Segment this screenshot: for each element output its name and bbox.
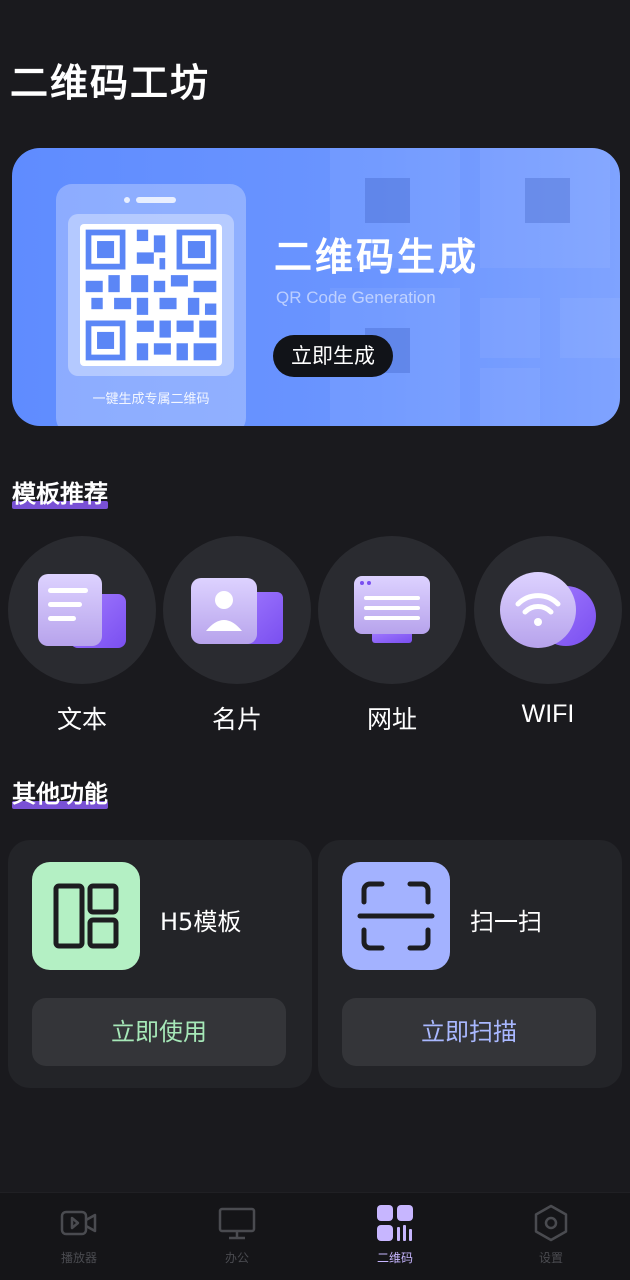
phone-camera	[124, 197, 130, 203]
template-label: WIFI	[521, 700, 575, 728]
tab-label: 播放器	[60, 1251, 97, 1265]
qr-grid-icon	[377, 1205, 413, 1241]
phone-illustration: 一键生成专属二维码	[56, 184, 246, 426]
function-label: 扫一扫	[470, 908, 542, 936]
section-title-templates: 模板推荐	[12, 474, 108, 511]
phone-speaker	[136, 197, 176, 203]
banner-title: 二维码生成	[274, 235, 480, 279]
document-icon	[38, 574, 126, 648]
template-label: 文本	[56, 705, 107, 734]
video-icon	[60, 1210, 97, 1236]
function-card-scan: 扫一扫 立即扫描	[318, 840, 622, 1088]
layout-grid-icon[interactable]	[32, 862, 140, 970]
wifi-icon	[500, 572, 596, 648]
banner-subtitle: QR Code Generation	[276, 288, 436, 307]
qr-code-image	[80, 224, 222, 366]
section-title-text: 其他功能	[12, 780, 108, 808]
template-label: 名片	[211, 705, 262, 734]
scan-now-button[interactable]: 立即扫描	[342, 998, 596, 1066]
phone-caption: 一键生成专属二维码	[92, 392, 210, 407]
page-title: 二维码工坊	[10, 61, 211, 105]
bottom-tab-bar: 播放器 办公 二维码 设置	[0, 1192, 630, 1280]
function-card-h5: H5模板 立即使用	[8, 840, 312, 1088]
tab-office[interactable]: 办公	[158, 1193, 316, 1280]
tab-label: 设置	[538, 1251, 563, 1265]
section-title-text: 模板推荐	[12, 480, 108, 508]
tab-settings[interactable]: 设置	[472, 1193, 630, 1280]
template-wifi[interactable]	[474, 536, 622, 684]
tab-player[interactable]: 播放器	[0, 1193, 158, 1280]
qr-generate-banner[interactable]: 一键生成专属二维码 二维码生成 QR Code Generation 立即生成	[12, 148, 620, 426]
tab-label: 办公	[224, 1251, 249, 1265]
monitor-icon	[218, 1207, 256, 1240]
phone-screen	[68, 214, 234, 376]
monitor-icon	[354, 576, 430, 643]
template-business-card[interactable]	[163, 536, 311, 684]
template-label: 网址	[366, 705, 417, 734]
qr-pattern-decoration	[330, 148, 620, 426]
section-title-functions: 其他功能	[12, 774, 108, 811]
use-now-button[interactable]: 立即使用	[32, 998, 286, 1066]
generate-now-button[interactable]: 立即生成	[273, 335, 393, 377]
template-url[interactable]	[318, 536, 466, 684]
function-label: H5模板	[160, 908, 242, 936]
template-text[interactable]	[8, 536, 156, 684]
settings-icon	[534, 1204, 568, 1242]
tab-qrcode[interactable]: 二维码	[316, 1193, 474, 1280]
qr-code-icon	[85, 229, 217, 361]
tab-label: 二维码	[376, 1251, 413, 1265]
scan-icon[interactable]	[342, 862, 450, 970]
business-card-icon	[191, 578, 283, 644]
